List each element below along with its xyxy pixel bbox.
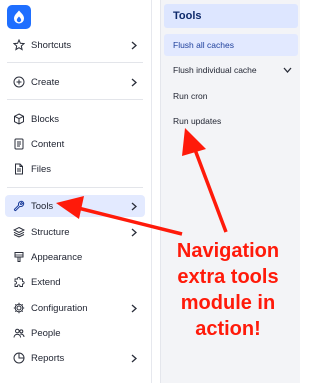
annotation-line: Navigation [176, 240, 280, 262]
annotation-line: module in [180, 292, 276, 314]
arrow-to-panel [182, 128, 228, 233]
annotation-callout: Navigation extra tools module in action! [158, 238, 298, 342]
arrow-to-tools [56, 196, 183, 236]
annotation-line: action! [195, 318, 261, 340]
annotation-line: extra tools [177, 266, 279, 288]
